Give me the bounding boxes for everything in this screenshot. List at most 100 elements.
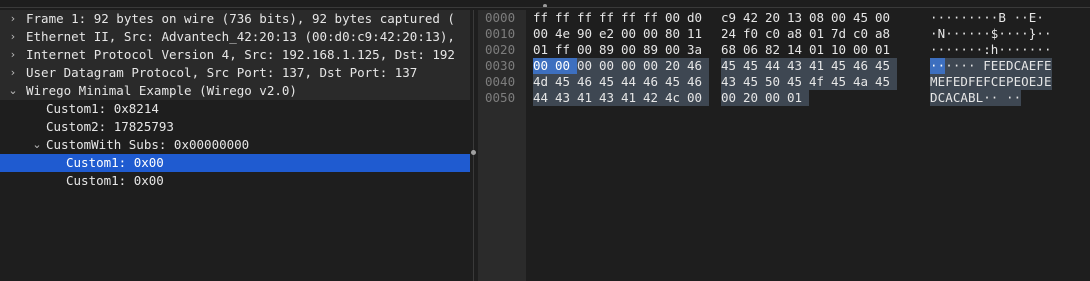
- hex-byte[interactable]: 90: [577, 26, 599, 42]
- hex-byte[interactable]: 45: [875, 58, 897, 74]
- hex-byte[interactable]: 00: [621, 26, 643, 42]
- ascii-char[interactable]: ·: [983, 26, 991, 42]
- ascii-char[interactable]: ·: [1036, 42, 1044, 58]
- hex-byte[interactable]: 00: [555, 58, 577, 74]
- ascii-char[interactable]: ·: [952, 58, 961, 74]
- tree-item-protocol[interactable]: › User Datagram Protocol, Src Port: 137, …: [0, 64, 470, 82]
- ascii-char[interactable]: ·: [968, 42, 976, 58]
- hex-byte[interactable]: ff: [621, 10, 643, 26]
- hex-byte[interactable]: 43: [599, 90, 621, 106]
- pane-splitter[interactable]: [470, 10, 478, 281]
- hex-byte[interactable]: 00: [643, 58, 665, 74]
- ascii-char[interactable]: B: [967, 90, 976, 106]
- hex-byte[interactable]: 00: [577, 58, 599, 74]
- ascii-char[interactable]: ·: [945, 58, 953, 74]
- hex-byte[interactable]: 45: [743, 58, 765, 74]
- hex-byte[interactable]: ff: [555, 42, 577, 58]
- hex-byte[interactable]: 08: [809, 10, 831, 26]
- ascii-char[interactable]: ·: [976, 42, 984, 58]
- ascii-char[interactable]: F: [983, 58, 991, 74]
- ascii-char[interactable]: ·: [930, 58, 938, 74]
- hex-byte[interactable]: ff: [533, 10, 555, 26]
- ascii-char[interactable]: E: [975, 74, 984, 90]
- hex-byte[interactable]: d0: [687, 10, 709, 26]
- hex-byte[interactable]: 01: [809, 42, 831, 58]
- ascii-char[interactable]: ·: [953, 10, 961, 26]
- ascii-char[interactable]: }: [1029, 26, 1037, 42]
- hex-byte[interactable]: 46: [687, 74, 709, 90]
- ascii-char[interactable]: E: [1013, 74, 1022, 90]
- ascii-char[interactable]: ·: [960, 58, 968, 74]
- hex-byte[interactable]: 42: [643, 90, 665, 106]
- ascii-char[interactable]: E: [1028, 74, 1037, 90]
- hex-byte[interactable]: 00: [687, 90, 709, 106]
- hex-byte[interactable]: 06: [743, 42, 765, 58]
- ascii-char[interactable]: ·: [1044, 26, 1052, 42]
- ascii-char[interactable]: E: [1028, 58, 1037, 74]
- ascii-char[interactable]: ·: [990, 90, 999, 106]
- hex-byte[interactable]: 82: [765, 42, 787, 58]
- hex-byte[interactable]: 46: [643, 74, 665, 90]
- ascii-char[interactable]: L: [975, 90, 984, 106]
- ascii-char[interactable]: ·: [998, 42, 1006, 58]
- hex-byte[interactable]: 43: [555, 90, 577, 106]
- ascii-char[interactable]: C: [937, 90, 946, 106]
- chevron-right-icon[interactable]: ›: [6, 28, 20, 46]
- hex-byte[interactable]: 45: [743, 74, 765, 90]
- ascii-char[interactable]: A: [1021, 58, 1029, 74]
- ascii-char[interactable]: D: [930, 90, 938, 106]
- ascii-char[interactable]: E: [1043, 74, 1052, 90]
- ascii-char[interactable]: ·: [1014, 42, 1022, 58]
- hex-byte[interactable]: 45: [721, 58, 743, 74]
- hex-byte[interactable]: 4c: [665, 90, 687, 106]
- ascii-char[interactable]: ·: [968, 26, 976, 42]
- ascii-char[interactable]: E: [937, 74, 946, 90]
- ascii-char[interactable]: E: [1043, 58, 1052, 74]
- tree-item-field[interactable]: Custom2: 17825793: [0, 118, 470, 136]
- ascii-char[interactable]: [1006, 10, 1014, 26]
- ascii-char[interactable]: C: [990, 74, 999, 90]
- ascii-char[interactable]: ·: [1006, 42, 1014, 58]
- ascii-char[interactable]: E: [998, 58, 1006, 74]
- hex-byte[interactable]: 44: [765, 58, 787, 74]
- ascii-char[interactable]: ·: [1013, 90, 1022, 106]
- hex-byte[interactable]: 50: [765, 74, 787, 90]
- ascii-char[interactable]: ·: [937, 58, 946, 74]
- hex-byte[interactable]: 00: [533, 26, 555, 42]
- packet-details-tree[interactable]: › Frame 1: 92 bytes on wire (736 bits), 9…: [0, 10, 470, 281]
- hex-dump[interactable]: ff ff ff ff ff ff 00 d0 c9 42 20 13 08 00 45 00 00 4e 90 e2…: [533, 10, 897, 106]
- ascii-char[interactable]: ·: [1036, 26, 1044, 42]
- hex-byte[interactable]: 13: [787, 10, 809, 26]
- hex-byte[interactable]: 45: [599, 74, 621, 90]
- ascii-char[interactable]: F: [983, 74, 991, 90]
- hex-byte[interactable]: 14: [787, 42, 809, 58]
- ascii-char[interactable]: B: [998, 10, 1006, 26]
- tree-item-field[interactable]: Custom1: 0x00: [0, 172, 470, 190]
- hex-byte[interactable]: ff: [555, 10, 577, 26]
- hex-byte[interactable]: 45: [665, 74, 687, 90]
- hex-byte[interactable]: 46: [687, 58, 709, 74]
- hex-byte[interactable]: 41: [621, 90, 643, 106]
- ascii-char[interactable]: A: [960, 90, 968, 106]
- ascii-char[interactable]: ·: [960, 42, 968, 58]
- hex-byte[interactable]: 00: [831, 10, 853, 26]
- hex-byte[interactable]: 43: [787, 58, 809, 74]
- ascii-char[interactable]: M: [930, 74, 938, 90]
- splitter-knob[interactable]: [471, 150, 476, 155]
- ascii-char[interactable]: A: [945, 90, 953, 106]
- hex-byte[interactable]: 20: [665, 58, 687, 74]
- ascii-char[interactable]: ·: [1014, 26, 1022, 42]
- ascii-char[interactable]: E: [952, 74, 961, 90]
- tree-item-protocol[interactable]: › Frame 1: 92 bytes on wire (736 bits), 9…: [0, 10, 470, 28]
- ascii-char[interactable]: ·: [968, 10, 976, 26]
- ascii-char[interactable]: N: [938, 26, 946, 42]
- chevron-right-icon[interactable]: ›: [6, 10, 20, 28]
- hex-byte[interactable]: 10: [831, 42, 853, 58]
- hex-byte[interactable]: f0: [743, 26, 765, 42]
- hex-byte[interactable]: 00: [853, 42, 875, 58]
- ascii-char[interactable]: ·: [1036, 10, 1044, 26]
- ascii-char[interactable]: ·: [953, 42, 961, 58]
- hex-byte[interactable]: a8: [787, 26, 809, 42]
- ascii-char[interactable]: ·: [1014, 10, 1022, 26]
- hex-byte[interactable]: c9: [721, 10, 743, 26]
